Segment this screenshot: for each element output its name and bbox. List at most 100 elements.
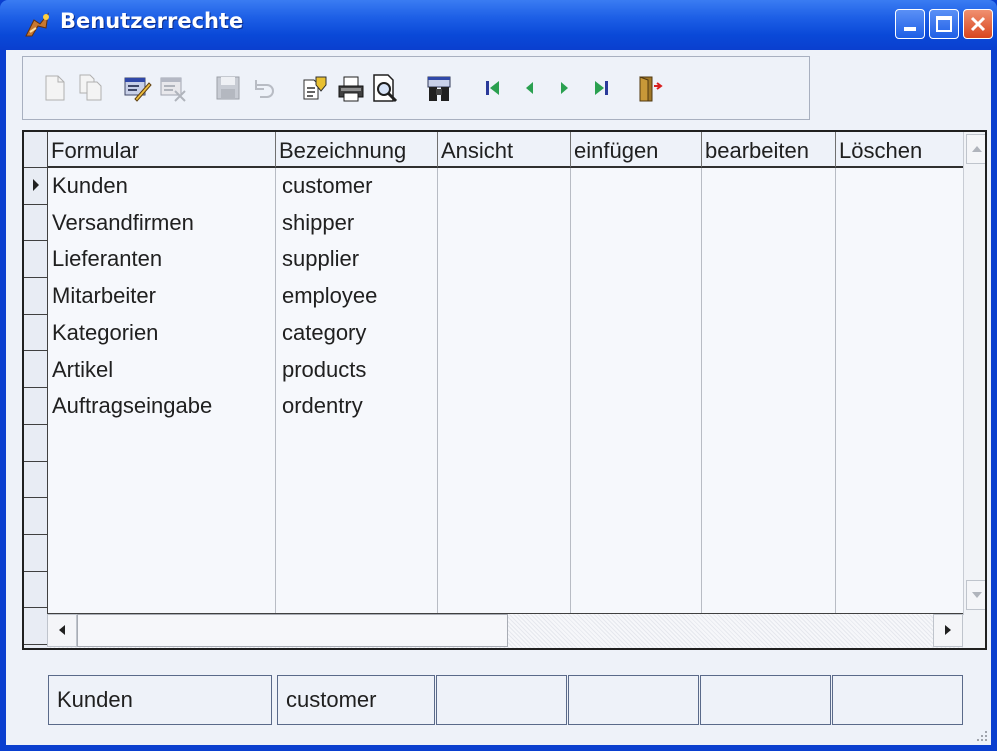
- new-record-button[interactable]: [39, 71, 71, 105]
- cell-bezeichnung[interactable]: shipper: [282, 210, 354, 236]
- first-record-button[interactable]: [477, 71, 509, 105]
- detail-formular-field[interactable]: Kunden: [48, 675, 272, 725]
- column-divider: [701, 168, 702, 613]
- row-selector[interactable]: [24, 205, 47, 242]
- cell-bezeichnung[interactable]: products: [282, 357, 366, 383]
- first-record-icon: [486, 81, 499, 95]
- close-icon: [970, 16, 986, 32]
- window-client-area: Formular Bezeichnung Ansicht einfügen be…: [6, 50, 991, 745]
- row-selector[interactable]: [24, 425, 47, 462]
- cell-formular[interactable]: Versandfirmen: [52, 210, 194, 236]
- row-selector[interactable]: [24, 572, 47, 609]
- floppy-disk-icon: [216, 76, 240, 100]
- new-document-icon: [45, 75, 65, 101]
- detail-ansicht-field[interactable]: [436, 675, 567, 725]
- window-title: Benutzerrechte: [60, 9, 244, 33]
- row-selector[interactable]: [24, 241, 47, 279]
- last-record-icon: [595, 81, 608, 95]
- cell-formular[interactable]: Kategorien: [52, 320, 158, 346]
- close-button[interactable]: [963, 9, 993, 39]
- minimize-icon: [904, 27, 916, 31]
- print-button[interactable]: [335, 71, 367, 105]
- column-header-bezeichnung[interactable]: Bezeichnung: [276, 132, 438, 168]
- save-record-button[interactable]: [211, 71, 243, 105]
- print-preview-icon: [373, 74, 398, 103]
- last-record-button[interactable]: [587, 71, 619, 105]
- toolbar: [22, 56, 810, 120]
- maximize-icon: [936, 16, 952, 32]
- row-selector[interactable]: [24, 535, 47, 572]
- cell-formular[interactable]: Kunden: [52, 173, 128, 199]
- scroll-down-button[interactable]: [966, 580, 985, 610]
- row-selector[interactable]: [24, 608, 47, 646]
- cell-bezeichnung[interactable]: employee: [282, 283, 377, 309]
- cell-bezeichnung[interactable]: supplier: [282, 246, 359, 272]
- column-divider: [835, 168, 836, 613]
- row-selector[interactable]: [24, 278, 47, 315]
- scroll-down-icon: [972, 592, 982, 598]
- previous-record-icon: [526, 82, 533, 94]
- detail-loeschen-field[interactable]: [832, 675, 963, 725]
- row-selector[interactable]: [24, 315, 47, 352]
- resize-grip-icon[interactable]: [973, 727, 989, 743]
- column-header-bearbeiten[interactable]: bearbeiten: [702, 132, 836, 168]
- scroll-up-icon: [972, 146, 982, 152]
- detail-bezeichnung-field[interactable]: customer: [277, 675, 435, 725]
- delete-record-button[interactable]: [157, 71, 189, 105]
- printer-icon: [338, 76, 364, 102]
- edit-record-button[interactable]: [121, 71, 153, 105]
- title-bar[interactable]: Benutzerrechte: [0, 0, 997, 50]
- benutzerrechte-window: Benutzerrechte Formular Bezeichnung Ansi…: [0, 0, 997, 751]
- scroll-up-button[interactable]: [966, 134, 985, 164]
- edit-form-icon: [124, 77, 152, 102]
- cell-bezeichnung[interactable]: ordentry: [282, 393, 363, 419]
- column-header-loeschen[interactable]: Löschen: [836, 132, 963, 168]
- cell-formular[interactable]: Lieferanten: [52, 246, 162, 272]
- detail-bearbeiten-field[interactable]: [700, 675, 831, 725]
- column-divider: [570, 168, 571, 613]
- next-record-button[interactable]: [549, 71, 581, 105]
- scroll-right-icon: [945, 625, 951, 635]
- column-header-ansicht[interactable]: Ansicht: [438, 132, 571, 168]
- row-selector[interactable]: [24, 498, 47, 535]
- print-preview-button[interactable]: [369, 71, 401, 105]
- copy-document-icon: [79, 74, 102, 101]
- row-selector[interactable]: [24, 462, 47, 499]
- row-selector[interactable]: [24, 352, 47, 389]
- exit-door-icon: [639, 76, 663, 102]
- cell-formular[interactable]: Mitarbeiter: [52, 283, 156, 309]
- column-header-einfuegen[interactable]: einfügen: [571, 132, 702, 168]
- scroll-left-icon: [59, 625, 65, 635]
- undo-button[interactable]: [247, 71, 279, 105]
- maximize-button[interactable]: [929, 9, 959, 39]
- cell-formular[interactable]: Artikel: [52, 357, 113, 383]
- row-indicator-column: [24, 132, 48, 648]
- horizontal-scroll-thumb[interactable]: [77, 614, 508, 647]
- minimize-button[interactable]: [895, 9, 925, 39]
- cell-bezeichnung[interactable]: category: [282, 320, 366, 346]
- cell-bezeichnung[interactable]: customer: [282, 173, 372, 199]
- vertical-scrollbar[interactable]: [963, 132, 985, 615]
- row-indicator-header: [24, 132, 47, 168]
- column-divider: [437, 168, 438, 613]
- scrollbar-corner: [963, 615, 985, 648]
- column-header-formular[interactable]: Formular: [48, 132, 276, 168]
- horizontal-scrollbar[interactable]: [47, 613, 963, 648]
- row-selector[interactable]: [24, 388, 47, 425]
- app-icon: [25, 12, 49, 37]
- binoculars-icon: [427, 76, 451, 101]
- row-selector[interactable]: [24, 168, 47, 205]
- copy-record-button[interactable]: [75, 71, 107, 105]
- scroll-right-button[interactable]: [933, 614, 963, 647]
- cell-formular[interactable]: Auftragseingabe: [52, 393, 212, 419]
- search-button[interactable]: [423, 71, 455, 105]
- permissions-grid[interactable]: Formular Bezeichnung Ansicht einfügen be…: [22, 130, 987, 650]
- exit-button[interactable]: [633, 71, 665, 105]
- column-divider: [275, 168, 276, 613]
- next-record-icon: [561, 82, 568, 94]
- detail-einfuegen-field[interactable]: [568, 675, 699, 725]
- properties-button[interactable]: [299, 71, 331, 105]
- properties-icon: [303, 76, 327, 100]
- scroll-left-button[interactable]: [47, 614, 77, 647]
- previous-record-button[interactable]: [513, 71, 545, 105]
